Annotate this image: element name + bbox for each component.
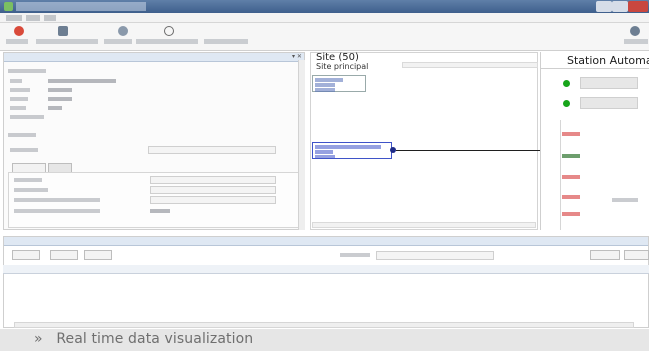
menu-item[interactable]: [6, 15, 22, 21]
close-button[interactable]: [628, 1, 648, 12]
node-line: [315, 88, 335, 92]
field-label: [10, 88, 30, 92]
menu-item[interactable]: [44, 15, 56, 21]
toolbar-right-label: [624, 39, 648, 44]
table-row[interactable]: [3, 303, 649, 310]
maximize-button[interactable]: [612, 1, 628, 12]
node-line: [315, 83, 335, 87]
node-line: [315, 150, 333, 154]
menu-bar: [0, 13, 649, 23]
field-label: [10, 106, 26, 110]
site-node[interactable]: [312, 75, 366, 92]
station-item[interactable]: [562, 132, 580, 136]
caption-text: Real time data visualization: [56, 331, 254, 347]
field-value: [48, 88, 72, 92]
station-item[interactable]: [562, 175, 580, 179]
toolbar-label: [6, 39, 28, 44]
station-title: Station Automatiq: [567, 54, 649, 67]
horizontal-scrollbar[interactable]: [14, 322, 634, 328]
connection-line: [396, 150, 560, 151]
field-combo[interactable]: [150, 196, 276, 204]
field-label: [10, 115, 44, 119]
tab-2[interactable]: [48, 163, 72, 172]
equipment-node[interactable]: [312, 142, 392, 159]
filter-button[interactable]: [84, 250, 112, 260]
table-row[interactable]: [3, 276, 649, 283]
search-input[interactable]: [376, 251, 494, 260]
panel-header: [4, 53, 304, 62]
field-label: [10, 97, 28, 101]
station-item[interactable]: [562, 212, 580, 216]
field-value: [48, 79, 116, 83]
table-row[interactable]: [3, 294, 649, 301]
caption: » Real time data visualization: [34, 331, 253, 347]
station-item[interactable]: [562, 195, 580, 199]
field-label: [14, 178, 42, 182]
record-icon[interactable]: [14, 26, 24, 36]
toolbar-label: [36, 39, 98, 44]
panel-pin-icon[interactable]: ▾ ✕: [292, 53, 302, 60]
node-line: [315, 145, 381, 149]
field-label: [14, 188, 48, 192]
field-label: [10, 148, 38, 152]
import-button[interactable]: [624, 250, 649, 260]
grid-header: [3, 265, 649, 274]
station-side-label: [612, 198, 638, 202]
canvas-scrollbar[interactable]: [402, 62, 538, 68]
station-header-line: [540, 68, 649, 69]
field-value: [150, 209, 170, 213]
toolbar: [0, 23, 649, 51]
station-button[interactable]: [580, 97, 638, 109]
toolbar-label: [104, 39, 132, 44]
status-ok-icon: [563, 100, 570, 107]
panel-header: [4, 237, 648, 246]
menu-item[interactable]: [26, 15, 40, 21]
field-label: [10, 79, 22, 83]
table-row[interactable]: [3, 285, 649, 292]
section-header: [8, 69, 46, 73]
node-line: [315, 78, 343, 82]
search-label: [340, 253, 370, 257]
delete-button[interactable]: [50, 250, 78, 260]
site-subtitle: Site principal: [316, 62, 369, 71]
section-header: [8, 133, 36, 137]
app-icon: [4, 2, 13, 11]
field-value: [48, 97, 72, 101]
field-value: [48, 106, 62, 110]
field-combo[interactable]: [150, 186, 276, 194]
vertical-scrollbar[interactable]: [298, 60, 305, 230]
toolbar-label: [204, 39, 248, 44]
field-combo[interactable]: [150, 176, 276, 184]
sync-icon[interactable]: [118, 26, 128, 36]
node-line: [315, 155, 335, 159]
mode-select[interactable]: [148, 146, 276, 154]
station-item[interactable]: [562, 154, 580, 158]
toolbar-label: [136, 39, 198, 44]
tab-1[interactable]: [12, 163, 46, 172]
action-button[interactable]: [590, 250, 620, 260]
window-title: [16, 2, 146, 11]
network-icon[interactable]: [164, 26, 174, 36]
minimize-button[interactable]: [596, 1, 612, 12]
canvas-scrollbar-bottom[interactable]: [312, 222, 536, 228]
field-label: [14, 198, 100, 202]
settings-icon[interactable]: [630, 26, 640, 36]
caption-bullet: »: [34, 331, 43, 347]
refresh-icon[interactable]: [58, 26, 68, 36]
station-button[interactable]: [580, 77, 638, 89]
status-ok-icon: [563, 80, 570, 87]
new-button[interactable]: [12, 250, 40, 260]
field-label: [14, 209, 100, 213]
